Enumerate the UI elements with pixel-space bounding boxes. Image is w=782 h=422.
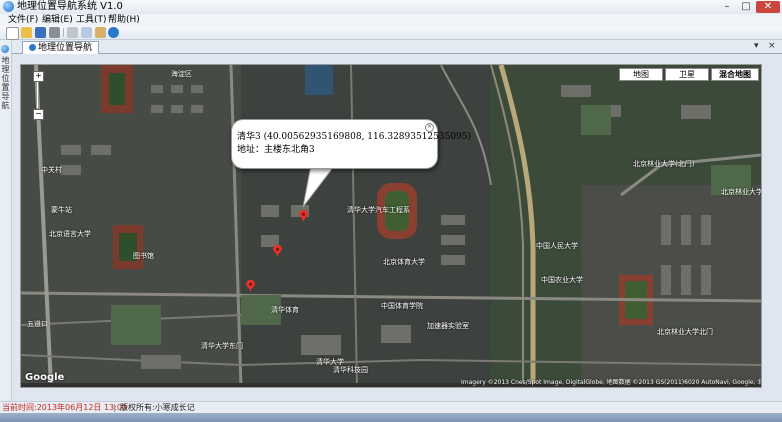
map-label: 图书馆 — [133, 252, 154, 260]
menu-tools[interactable]: 工具(T) — [76, 14, 107, 26]
info-coordinates: 清华3 (40.00562935169808, 116.328935125350… — [237, 132, 472, 142]
globe-icon — [1, 45, 9, 53]
map-label: 北京林业大学 — [721, 188, 762, 196]
minimize-button[interactable]: – — [718, 1, 736, 13]
taskbar — [0, 413, 782, 422]
toolbar — [0, 26, 782, 40]
map-label: 清华科技园 — [333, 366, 368, 374]
map-label: 海淀区 — [171, 70, 192, 78]
map-label: 北京语言大学 — [49, 230, 91, 238]
map-label: 中国体育学院 — [381, 302, 423, 310]
zoom-slider-track[interactable] — [37, 82, 38, 108]
map-label: 北京林业大学(北门) — [633, 160, 695, 168]
menu-help[interactable]: 帮助(H) — [108, 14, 140, 26]
menu-file[interactable]: 文件(F) — [8, 14, 38, 26]
map-label: 北京体育大学 — [383, 258, 425, 266]
map-view[interactable]: + − 地图 卫星 混合地图 清华大学汽车工程系 中国人民大学 中国农业大学 北… — [20, 64, 762, 388]
map-label: 加速器实验室 — [427, 322, 469, 330]
map-label: 清华大学汽车工程系 — [347, 206, 410, 214]
map-copyright: Imagery ©2013 Cnes/Spot Image, DigitalGl… — [461, 379, 762, 386]
close-button[interactable]: ✕ — [756, 1, 780, 13]
info-window-tail — [302, 165, 336, 208]
map-label: 中国农业大学 — [541, 276, 583, 284]
google-logo[interactable]: Google — [25, 372, 64, 383]
globe-icon — [29, 44, 36, 51]
copy-icon[interactable] — [81, 27, 92, 38]
map-label: 中关村 — [41, 166, 62, 174]
map-label: 清华大学东门 — [201, 342, 243, 350]
tab-map-navigation[interactable]: 地理位置导航 — [22, 41, 100, 54]
help-icon[interactable] — [108, 27, 119, 38]
toolbar-separator — [63, 28, 64, 37]
map-label: 清华体育 — [271, 306, 299, 314]
info-close-icon[interactable]: × — [425, 123, 434, 132]
map-label: 蒙牛站 — [51, 206, 72, 214]
title-bar: 地理位置导航系统 V1.0 – □ ✕ — [0, 0, 782, 15]
status-separator — [114, 404, 115, 412]
zoom-control: + − — [29, 71, 47, 121]
side-panel-strip: 地理位置导航 — [0, 40, 12, 400]
info-address: 地址：主楼东北角3 — [237, 145, 315, 155]
map-marker[interactable] — [273, 245, 282, 258]
tab-list-button[interactable]: ▾ — [754, 41, 759, 52]
map-label: 五道口 — [27, 320, 48, 328]
map-marker[interactable] — [246, 280, 255, 293]
menu-edit[interactable]: 编辑(E) — [42, 14, 73, 26]
info-window: 清华3 (40.00562935169808, 116.328935125350… — [231, 119, 471, 169]
window-title: 地理位置导航系统 V1.0 — [17, 1, 123, 12]
open-icon[interactable] — [21, 27, 32, 38]
new-icon[interactable] — [6, 27, 19, 40]
map-type-roadmap[interactable]: 地图 — [619, 68, 663, 81]
tab-close-button[interactable]: × — [768, 41, 776, 52]
print-icon[interactable] — [49, 27, 60, 38]
map-label: 中国人民大学 — [536, 242, 578, 250]
menu-bar: 文件(F) 编辑(E) 工具(T) 帮助(H) — [0, 14, 782, 26]
map-label: 北京林业大学北门 — [657, 328, 713, 336]
cut-icon[interactable] — [67, 27, 78, 38]
toolbar-separator — [105, 28, 106, 37]
side-panel-label[interactable]: 地理位置导航 — [0, 56, 11, 110]
satellite-imagery — [21, 65, 761, 387]
map-marker[interactable] — [299, 210, 308, 223]
map-type-satellite[interactable]: 卫星 — [665, 68, 709, 81]
zoom-out-button[interactable]: − — [33, 109, 44, 120]
map-type-hybrid[interactable]: 混合地图 — [711, 68, 759, 81]
zoom-in-button[interactable]: + — [33, 71, 44, 82]
app-icon — [3, 1, 14, 12]
tab-label: 地理位置导航 — [38, 43, 93, 53]
tab-bar: 地理位置导航 ▾ × — [12, 40, 782, 54]
save-icon[interactable] — [35, 27, 46, 38]
maximize-button[interactable]: □ — [737, 1, 755, 13]
